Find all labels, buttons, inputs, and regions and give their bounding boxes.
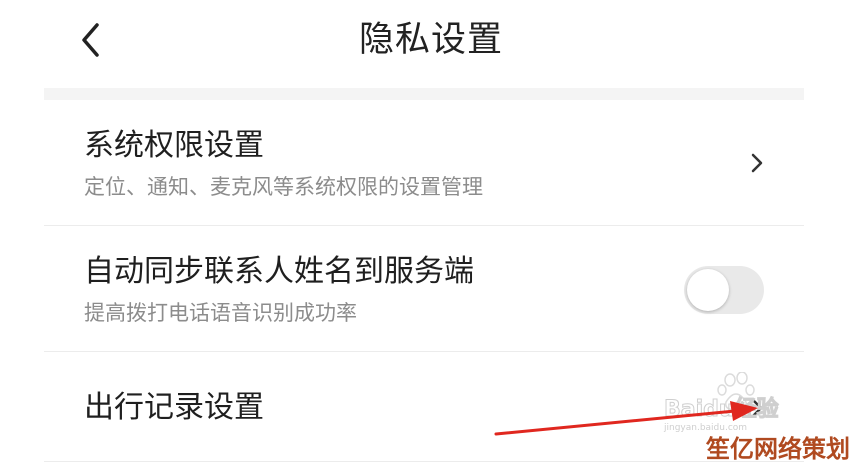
setting-subtitle: 提高拨打电话语音识别成功率 (84, 301, 357, 325)
setting-title: 自动同步联系人姓名到服务端 (84, 254, 474, 289)
toggle-knob (687, 269, 729, 311)
chevron-right-icon (750, 397, 764, 419)
privacy-settings-screen: 隐私设置 系统权限设置 定位、通知、麦克风等系统权限的设置管理 自动同步联系人姓… (0, 0, 862, 466)
header-bar: 隐私设置 (0, 0, 862, 84)
setting-row-system-permissions[interactable]: 系统权限设置 定位、通知、麦克风等系统权限的设置管理 (44, 100, 804, 226)
sync-contacts-toggle[interactable] (684, 266, 764, 314)
chevron-right-icon (750, 152, 764, 174)
setting-title: 出行记录设置 (84, 390, 264, 425)
setting-row-sync-contacts: 自动同步联系人姓名到服务端 提高拨打电话语音识别成功率 (44, 226, 804, 352)
setting-title: 系统权限设置 (84, 128, 264, 163)
setting-row-travel-records[interactable]: 出行记录设置 (44, 352, 804, 462)
page-title: 隐私设置 (358, 20, 503, 60)
setting-subtitle: 定位、通知、麦克风等系统权限的设置管理 (84, 175, 483, 199)
section-divider (44, 88, 804, 100)
